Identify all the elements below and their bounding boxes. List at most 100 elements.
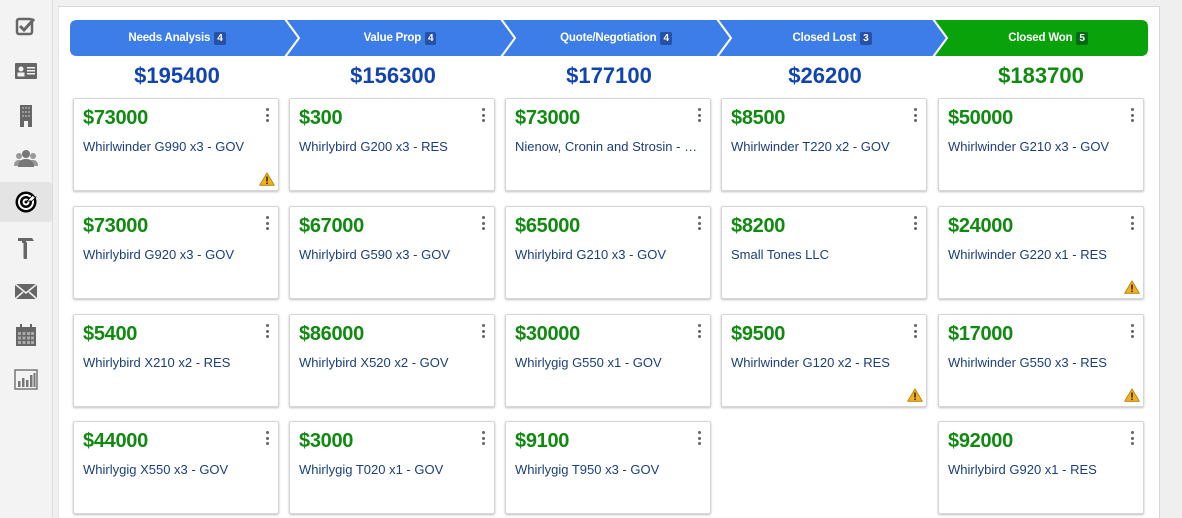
opportunity-card[interactable]: $3000 Whirlygig T020 x1 - GOV bbox=[289, 421, 495, 514]
opportunity-card[interactable]: $73000 Whirlwinder G990 x3 - GOV bbox=[73, 98, 279, 191]
menu-dot bbox=[1130, 442, 1134, 445]
opportunity-card[interactable]: $67000 Whirlybird G590 x3 - GOV bbox=[289, 206, 495, 299]
sidebar-item-calendar[interactable] bbox=[0, 315, 52, 355]
more-options-icon[interactable] bbox=[696, 108, 702, 122]
menu-dot bbox=[481, 335, 485, 338]
card-amount: $3000 bbox=[299, 430, 354, 452]
card-name[interactable]: Whirlybird X210 x2 - RES bbox=[83, 355, 271, 370]
more-options-icon[interactable] bbox=[912, 324, 918, 338]
more-options-icon[interactable] bbox=[480, 431, 486, 445]
menu-dot bbox=[697, 329, 701, 333]
warning-icon bbox=[1124, 388, 1140, 402]
opportunity-card[interactable]: $65000 Whirlybird G210 x3 - GOV bbox=[505, 206, 711, 299]
menu-dot bbox=[697, 221, 701, 225]
users-icon bbox=[14, 150, 38, 167]
card-name[interactable]: Whirlwinder G220 x1 - RES bbox=[948, 247, 1136, 262]
menu-dot bbox=[481, 324, 485, 327]
card-name[interactable]: Whirlygig T950 x3 - GOV bbox=[515, 462, 703, 477]
opportunity-card[interactable]: $50000 Whirlwinder G210 x3 - GOV bbox=[938, 98, 1144, 191]
card-name[interactable]: Whirlwinder G120 x2 - RES bbox=[731, 355, 919, 370]
opportunity-card[interactable]: $73000 Nienow, Cronin and Strosin - … bbox=[505, 98, 711, 191]
opportunity-card[interactable]: $300 Whirlybird G200 x3 - RES bbox=[289, 98, 495, 191]
card-name[interactable]: Whirlybird G210 x3 - GOV bbox=[515, 247, 703, 262]
opportunity-card[interactable]: $9100 Whirlygig T950 x3 - GOV bbox=[505, 421, 711, 514]
card-amount: $30000 bbox=[515, 323, 580, 345]
card-name[interactable]: Whirlybird G200 x3 - RES bbox=[299, 139, 487, 154]
more-options-icon[interactable] bbox=[1129, 431, 1135, 445]
more-options-icon[interactable] bbox=[696, 431, 702, 445]
opportunity-card[interactable]: $8500 Whirlwinder T220 x2 - GOV bbox=[721, 98, 927, 191]
menu-dot bbox=[697, 324, 701, 327]
sidebar-item-companies[interactable] bbox=[0, 96, 52, 136]
menu-dot bbox=[265, 119, 269, 122]
stage-count-badge: 5 bbox=[1076, 31, 1088, 45]
card-name[interactable]: Whirlybird G920 x3 - GOV bbox=[83, 247, 271, 262]
opportunity-card[interactable]: $30000 Whirlygig G550 x1 - GOV bbox=[505, 314, 711, 407]
card-amount: $73000 bbox=[83, 107, 148, 129]
card-name[interactable]: Small Tones LLC bbox=[731, 247, 919, 262]
more-options-icon[interactable] bbox=[480, 108, 486, 122]
sidebar-item-opportunities[interactable] bbox=[0, 182, 52, 222]
card-name[interactable]: Nienow, Cronin and Strosin - … bbox=[515, 139, 703, 154]
card-amount: $8200 bbox=[731, 215, 786, 237]
sidebar-item-tasks[interactable] bbox=[0, 6, 52, 46]
card-name[interactable]: Whirlwinder T220 x2 - GOV bbox=[731, 139, 919, 154]
opportunity-card[interactable]: $17000 Whirlwinder G550 x3 - RES bbox=[938, 314, 1144, 407]
more-options-icon[interactable] bbox=[264, 216, 270, 230]
opportunity-card[interactable]: $86000 Whirlybird X520 x2 - GOV bbox=[289, 314, 495, 407]
opportunity-card[interactable]: $9500 Whirlwinder G120 x2 - RES bbox=[721, 314, 927, 407]
menu-dot bbox=[697, 227, 701, 230]
card-name[interactable]: Whirlwinder G210 x3 - GOV bbox=[948, 139, 1136, 154]
card-name[interactable]: Whirlybird X520 x2 - GOV bbox=[299, 355, 487, 370]
opportunity-card[interactable]: $44000 Whirlygig X550 x3 - GOV bbox=[73, 421, 279, 514]
card-name[interactable]: Whirlwinder G550 x3 - RES bbox=[948, 355, 1136, 370]
stage-label: Closed Won bbox=[1008, 32, 1073, 44]
stage-closed-won[interactable]: Closed Won 5 bbox=[933, 19, 1149, 57]
more-options-icon[interactable] bbox=[264, 431, 270, 445]
menu-dot bbox=[913, 216, 917, 219]
opportunity-card[interactable]: $24000 Whirlwinder G220 x1 - RES bbox=[938, 206, 1144, 299]
card-name[interactable]: Whirlybird G920 x1 - RES bbox=[948, 462, 1136, 477]
more-options-icon[interactable] bbox=[912, 108, 918, 122]
card-name[interactable]: Whirlygig G550 x1 - GOV bbox=[515, 355, 703, 370]
sidebar-item-reports[interactable] bbox=[0, 359, 52, 399]
opportunity-card[interactable]: $8200 Small Tones LLC bbox=[721, 206, 927, 299]
stage-quote-negotiation[interactable]: Quote/Negotiation 4 bbox=[501, 19, 731, 57]
more-options-icon[interactable] bbox=[1129, 216, 1135, 230]
stage-needs-analysis[interactable]: Needs Analysis 4 bbox=[69, 19, 299, 57]
menu-dot bbox=[265, 216, 269, 219]
card-name[interactable]: Whirlygig T020 x1 - GOV bbox=[299, 462, 487, 477]
opportunity-card[interactable]: $73000 Whirlybird G920 x3 - GOV bbox=[73, 206, 279, 299]
sidebar-item-tools[interactable] bbox=[0, 228, 52, 268]
stage-value-prop[interactable]: Value Prop 4 bbox=[285, 19, 515, 57]
sidebar-item-mail[interactable] bbox=[0, 271, 52, 311]
stage-count-badge: 4 bbox=[214, 31, 226, 45]
card-amount: $44000 bbox=[83, 430, 148, 452]
calendar-icon bbox=[16, 324, 36, 346]
sidebar-item-contacts[interactable] bbox=[0, 51, 52, 91]
card-name[interactable]: Whirlybird G590 x3 - GOV bbox=[299, 247, 487, 262]
menu-dot bbox=[697, 113, 701, 117]
stage-closed-lost[interactable]: Closed Lost 3 bbox=[717, 19, 947, 57]
menu-dot bbox=[1130, 113, 1134, 117]
more-options-icon[interactable] bbox=[696, 216, 702, 230]
card-name[interactable]: Whirlygig X550 x3 - GOV bbox=[83, 462, 271, 477]
menu-dot bbox=[1130, 227, 1134, 230]
more-options-icon[interactable] bbox=[480, 324, 486, 338]
opportunity-card[interactable]: $5400 Whirlybird X210 x2 - RES bbox=[73, 314, 279, 407]
more-options-icon[interactable] bbox=[264, 108, 270, 122]
more-options-icon[interactable] bbox=[1129, 108, 1135, 122]
more-options-icon[interactable] bbox=[696, 324, 702, 338]
menu-dot bbox=[481, 436, 485, 440]
sidebar-item-users[interactable] bbox=[0, 138, 52, 178]
opportunity-card[interactable]: $92000 Whirlybird G920 x1 - RES bbox=[938, 421, 1144, 514]
more-options-icon[interactable] bbox=[912, 216, 918, 230]
pipeline-stages: Needs Analysis 4 Value Prop 4 Quote/Negotiat… bbox=[69, 19, 1149, 57]
more-options-icon[interactable] bbox=[264, 324, 270, 338]
hammer-icon bbox=[18, 238, 34, 259]
stage-label: Quote/Negotiation bbox=[560, 32, 657, 44]
card-amount: $73000 bbox=[515, 107, 580, 129]
card-name[interactable]: Whirlwinder G990 x3 - GOV bbox=[83, 139, 271, 154]
more-options-icon[interactable] bbox=[480, 216, 486, 230]
more-options-icon[interactable] bbox=[1129, 324, 1135, 338]
